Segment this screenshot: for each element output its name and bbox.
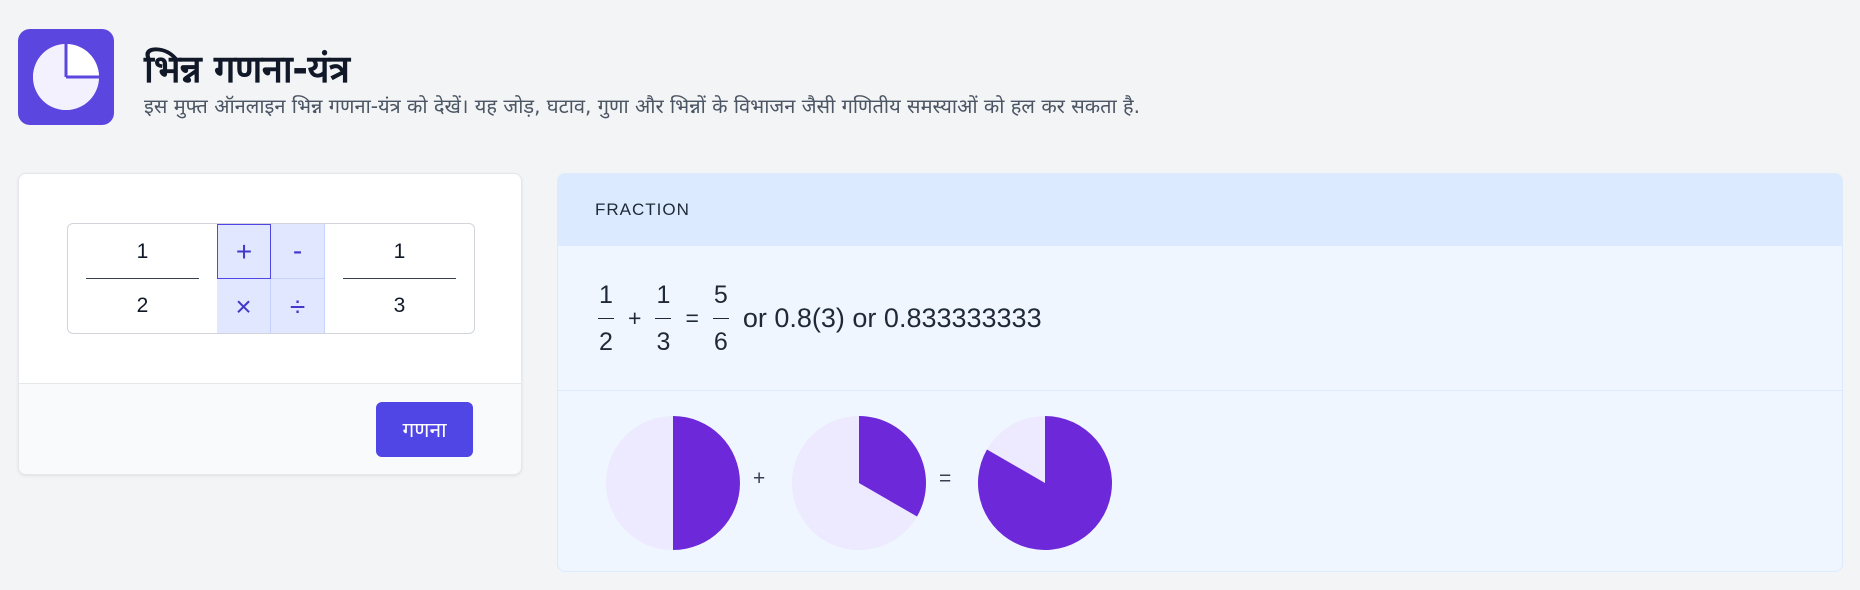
result-answer-numerator: 5 — [713, 280, 728, 309]
result-fraction2: 1 3 — [653, 280, 673, 357]
fraction2-denominator-input[interactable]: 3 — [325, 294, 474, 318]
result-fraction2-numerator: 1 — [656, 280, 671, 309]
divide-operator-button[interactable]: ÷ — [271, 279, 325, 333]
result-fraction1-numerator: 1 — [599, 280, 613, 309]
result-fraction1-denominator: 2 — [599, 327, 613, 356]
subtract-operator-button[interactable]: - — [271, 224, 325, 279]
fraction-input-box: 1 2 + - × ÷ 1 3 — [67, 223, 475, 334]
result-fraction1: 1 2 — [596, 280, 616, 357]
multiply-operator-button[interactable]: × — [217, 279, 271, 333]
result-answer-fraction: 5 6 — [711, 280, 731, 357]
operator-grid: + - × ÷ — [217, 224, 325, 333]
pie-plus-sign: + — [753, 467, 766, 490]
fraction1-numerator-input[interactable]: 1 — [68, 240, 217, 264]
result-card: FRACTION 1 2 + 1 3 = 5 6 or 0.8(3) or 0.… — [557, 173, 1843, 572]
fraction2-numerator-input[interactable]: 1 — [325, 240, 474, 264]
app-logo-icon — [18, 29, 114, 125]
fraction1-input: 1 2 — [68, 224, 217, 333]
page-title: भिन्न गणना-यंत्र — [144, 47, 350, 91]
calculate-button[interactable]: गणना — [376, 402, 473, 457]
result-answer-denominator: 6 — [713, 327, 728, 356]
calculator-body: 1 2 + - × ÷ 1 3 — [19, 174, 521, 383]
result-operator: + — [628, 304, 642, 331]
result-fraction2-bar — [655, 317, 672, 319]
fraction2-input: 1 3 — [325, 224, 474, 333]
result-equals: = — [685, 304, 699, 331]
result-decimal-text: or 0.8(3) or 0.833333333 — [742, 302, 1042, 333]
pie-equals-sign: = — [939, 467, 952, 490]
fraction1-denominator-input[interactable]: 2 — [68, 294, 217, 318]
result-equation: 1 2 + 1 3 = 5 6 or 0.8(3) or 0.833333333 — [558, 246, 1842, 391]
result-fraction2-denominator: 3 — [656, 327, 671, 356]
page-subtitle: इस मुफ्त ऑनलाइन भिन्न गणना-यंत्र को देखे… — [144, 94, 1141, 118]
add-operator-button[interactable]: + — [217, 224, 271, 279]
pie-chart-fraction1 — [606, 416, 740, 550]
result-fraction1-bar — [598, 317, 614, 319]
fraction2-bar — [343, 278, 456, 279]
pie-chart-result — [978, 416, 1112, 550]
calculator-card: 1 2 + - × ÷ 1 3 गणना — [18, 173, 522, 475]
pie1-slice — [673, 416, 740, 550]
pie-chart-fraction2 — [792, 416, 926, 550]
pie-visualization: + = — [558, 391, 1842, 571]
result-header: FRACTION — [558, 174, 1842, 246]
fraction1-bar — [86, 278, 199, 279]
result-answer-bar — [712, 317, 729, 319]
